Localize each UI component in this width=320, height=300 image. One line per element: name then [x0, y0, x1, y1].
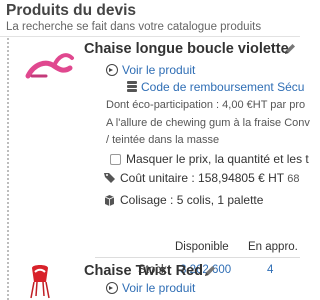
box-icon [104, 195, 115, 206]
packaging: Colisage : 5 colis, 1 palette [104, 193, 263, 207]
eco-participation: Dont éco-participation : 4,00 €HT par pr… [106, 99, 306, 111]
stock-col-available: Disponible [175, 241, 229, 253]
product-thumbnail[interactable] [26, 262, 54, 300]
edit-icon[interactable] [203, 264, 217, 278]
hide-price-option[interactable]: Masquer le prix, la quantité et les t [110, 152, 309, 166]
arrow-circle-icon [106, 282, 118, 294]
edit-icon[interactable] [283, 42, 297, 56]
view-product-link[interactable]: Voir le produit [106, 281, 195, 295]
product-description-line-2: / teintée dans la masse [106, 134, 220, 146]
panel-title: Produits du devis [6, 2, 137, 19]
view-product-link[interactable]: Voir le produit [106, 63, 195, 77]
twist-chair-image [30, 265, 50, 299]
hide-price-checkbox[interactable] [110, 154, 121, 165]
refund-code-link[interactable]: Code de remboursement Sécu [127, 80, 304, 94]
product-title: Chaise Twist Red [84, 263, 203, 279]
lounge-chair-image [25, 53, 74, 79]
unit-cost: Coût unitaire : 158,94805 € HT 68 [104, 171, 299, 185]
panel-subtitle: La recherche se fait dans votre catalogu… [6, 21, 262, 33]
coins-icon [127, 81, 137, 93]
product-description-line-1: A l'allure de chewing gum à la fraise Co… [106, 117, 310, 129]
stock-divider [95, 257, 300, 258]
header-divider [0, 36, 300, 37]
product-thumbnail[interactable] [24, 46, 76, 82]
tag-icon [104, 173, 115, 183]
product-title: Chaise longue boucle violette [84, 41, 289, 57]
stock-col-on-order: En appro. [248, 241, 298, 253]
stock-on-order-value[interactable]: 4 [267, 264, 273, 276]
list-rail [7, 38, 9, 300]
arrow-circle-icon [106, 64, 118, 76]
